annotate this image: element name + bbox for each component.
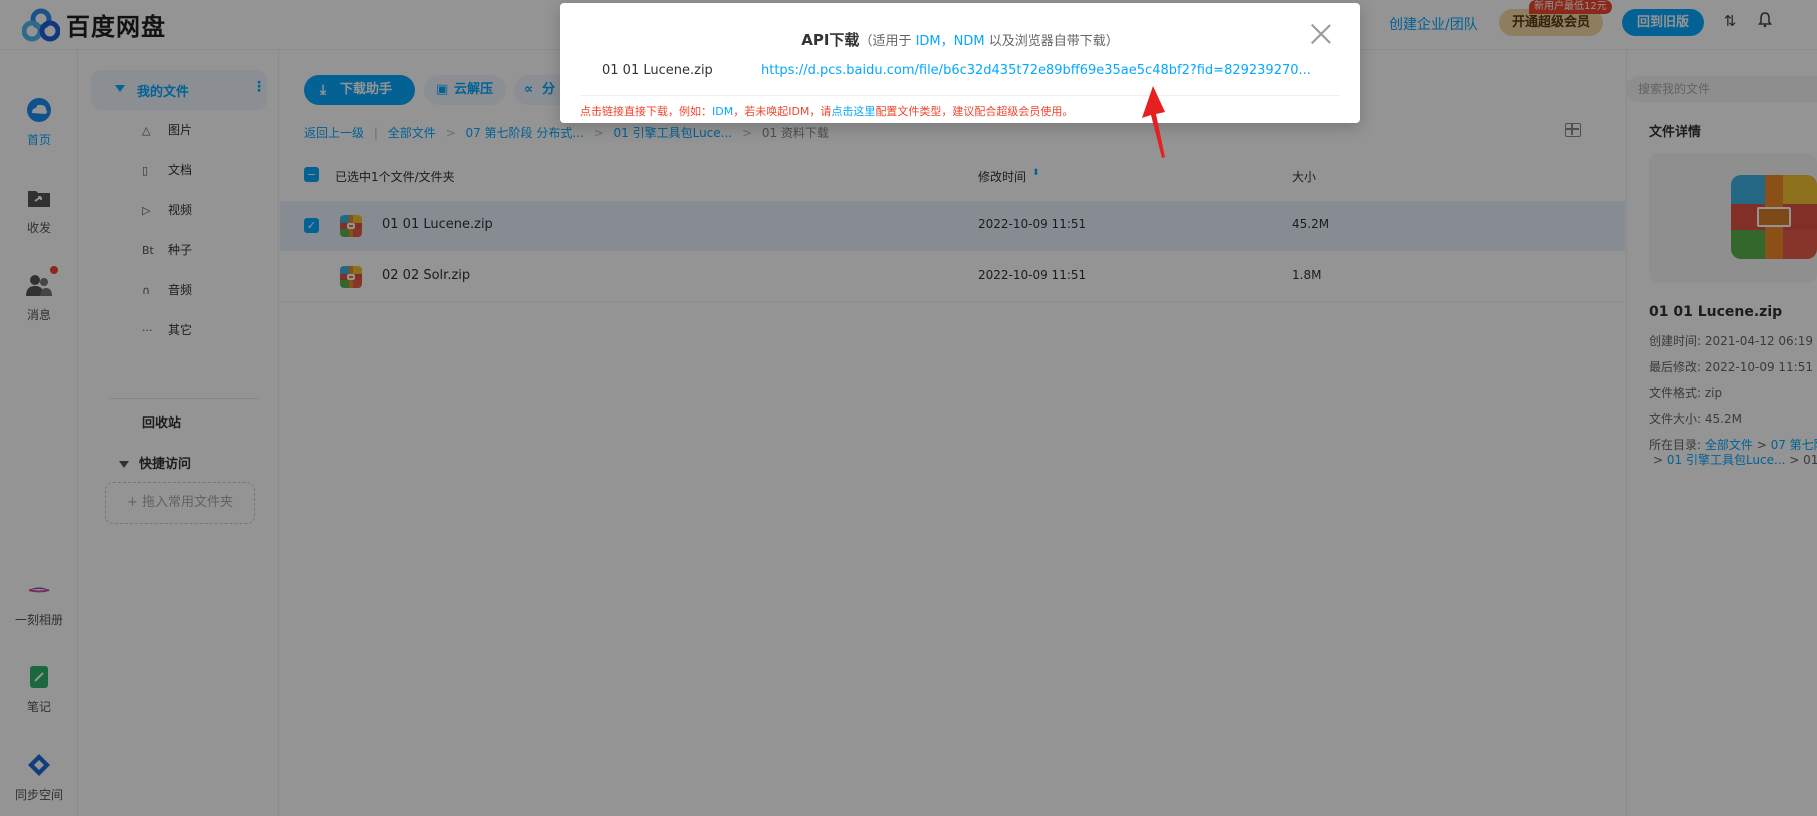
api-download-dialog: API下载（适用于 IDM，NDM 以及浏览器自带下载） 01 01 Lucen…	[560, 3, 1360, 123]
idm-label: IDM	[915, 34, 941, 49]
dialog-title: API下载（适用于 IDM，NDM 以及浏览器自带下载）	[560, 29, 1360, 50]
dialog-divider	[580, 95, 1340, 96]
hint-text: 配置文件类型，建议配合超级会员使用。	[875, 105, 1074, 118]
close-icon[interactable]	[1310, 23, 1332, 45]
dialog-title-post: 以及浏览器自带下载）	[984, 34, 1119, 49]
configure-filetype-link[interactable]: 点击这里	[831, 105, 875, 118]
hint-idm: IDM	[712, 105, 734, 118]
dialog-title-pre: （适用于	[859, 34, 916, 49]
dialog-file-name: 01 01 Lucene.zip	[602, 63, 713, 78]
hint-text: ，若未唤起IDM，请	[733, 105, 832, 118]
ndm-label: NDM	[953, 34, 985, 49]
title-comma: ，	[940, 34, 954, 49]
red-arrow-icon	[1142, 86, 1165, 158]
dialog-title-main: API下载	[801, 31, 860, 49]
dialog-hint: 点击链接直接下载，例如：IDM，若未唤起IDM，请点击这里配置文件类型，建议配合…	[580, 103, 1073, 119]
hint-text: 点击链接直接下载，例如：	[580, 105, 712, 118]
direct-download-link[interactable]: https://d.pcs.baidu.com/file/b6c32d435t7…	[761, 63, 1311, 78]
